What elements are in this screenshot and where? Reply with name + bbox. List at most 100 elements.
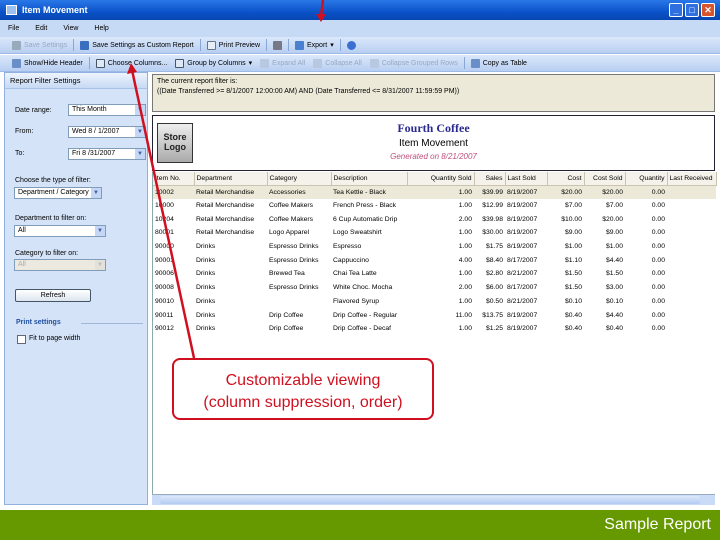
table-cell: Retail Merchandise [196,215,255,223]
table-cell: Espresso Drinks [269,243,319,251]
table-cell: 0.00 [651,256,665,264]
group-by-columns-button[interactable]: Group by Columns ▾ [171,58,256,68]
table-cell: 90008 [155,284,174,292]
title-bar: Item Movement _ □ ✕ [0,0,720,20]
choose-columns-button[interactable]: Choose Columns... [92,58,172,68]
column-header[interactable]: Sales [474,172,506,186]
help-button[interactable] [343,40,360,50]
table-cell: $4.40 [605,256,623,264]
table-cell: 8/19/2007 [507,215,538,223]
table-cell: 80001 [155,229,174,237]
table-row[interactable]: 90006 Drinks Brewed Tea Chai Tea Latte 1.00 $… [153,267,716,281]
print-preview-label: Print Preview [218,41,260,49]
save-settings-button[interactable]: Save Settings [8,40,71,50]
table-cell: Espresso [333,243,362,251]
table-cell: Logo Sweatshirt [333,229,382,237]
table-cell: Drip Coffee - Regular [333,311,398,319]
refresh-button[interactable]: Refresh [15,289,91,302]
column-header[interactable]: Item No. [153,172,195,186]
table-row[interactable]: 90001 Drinks Espresso Drinks Cappuccino 4.00… [153,253,716,267]
callout-line-2: (column suppression, order) [203,394,403,411]
save-custom-report-button[interactable]: Save Settings as Custom Report [76,40,198,50]
table-row[interactable]: 10000 Retail Merchandise Coffee Makers Fren… [153,199,716,213]
table-cell [667,322,716,336]
horizontal-scrollbar[interactable] [152,494,715,505]
menu-view[interactable]: View [63,25,78,32]
table-cell: Drip Coffee [269,325,304,333]
table-cell: 4.00 [458,256,472,264]
print-button[interactable] [269,40,286,50]
print-preview-button[interactable]: Print Preview [203,40,264,50]
menu-edit[interactable]: Edit [35,25,47,32]
table-row[interactable]: 90000 Drinks Espresso Drinks Espresso 1.00 $1… [153,240,716,254]
column-header[interactable]: Department [194,172,268,186]
table-row[interactable]: 90010 Drinks Flavored Syrup 1.00 $0.50 8/21/2… [153,295,716,309]
fit-to-page-label: Fit to page width [29,335,81,342]
column-header[interactable]: Category [267,172,332,186]
scrollbar-thumb[interactable] [160,496,700,504]
chevron-down-icon: ▼ [135,127,145,137]
table-cell: Logo Apparel [269,229,310,237]
maximize-button[interactable]: □ [685,3,699,17]
company-name: Fourth Coffee [397,121,470,135]
column-header[interactable]: Cost [547,172,585,186]
table-cell: 90012 [155,325,174,333]
divider [88,57,90,69]
expand-all-label: Expand All [272,59,306,67]
toolbar-view: Show/Hide Header Choose Columns... Group… [0,55,720,72]
category-label: Category to filter on: [15,250,79,257]
menu-file[interactable]: File [8,25,19,32]
annotation-callout: Customizable viewing (column suppression… [172,358,434,420]
table-cell [667,240,716,254]
date-range-select[interactable]: This Month ▼ [68,104,146,116]
table-cell: $9.00 [564,229,582,237]
menu-bar: File Edit View Help [0,20,720,37]
table-cell: $20.00 [602,215,623,223]
divider [339,39,341,51]
fit-to-page-checkbox[interactable] [17,335,26,344]
choose-columns-label: Choose Columns... [107,59,168,67]
divider [288,39,289,51]
collapse-icon [369,58,379,68]
save-custom-label: Save Settings as Custom Report [92,41,194,49]
export-button[interactable]: Export ▾ [291,40,338,50]
filter-type-select[interactable]: Department / Category ▼ [14,187,102,199]
column-header[interactable]: Description [331,172,408,186]
table-row[interactable]: 10204 Retail Merchandise Coffee Makers 6 Cu… [153,212,716,226]
category-select[interactable]: All ▼ [14,259,106,271]
table-cell [667,185,716,199]
table-row[interactable]: 90011 Drinks Drip Coffee Drip Coffee - Regu… [153,308,716,322]
show-hide-header-button[interactable]: Show/Hide Header [8,58,87,68]
divider [73,39,75,51]
column-header[interactable]: Last Sold [505,172,548,186]
to-date-picker[interactable]: Fri 8 /31/2007 ▼ [68,148,146,160]
column-header[interactable]: Cost Sold [584,172,626,186]
table-cell [667,253,716,267]
table-cell: Drinks [196,297,216,305]
table-row[interactable]: 90008 Drinks Espresso Drinks White Choc. Mo… [153,281,716,295]
column-header[interactable]: Quantity [625,172,668,186]
close-button[interactable]: ✕ [701,3,715,17]
filter-panel-title: Report Filter Settings [5,73,147,89]
table-cell: White Choc. Mocha [333,284,393,292]
expand-all-button[interactable]: Expand All [256,58,309,68]
chevron-down-icon: ▼ [135,105,145,115]
table-cell: Espresso Drinks [269,284,319,292]
table-row[interactable]: 90012 Drinks Drip Coffee Drip Coffee - Deca… [153,322,716,336]
table-cell: 90000 [155,243,174,251]
table-row[interactable]: 80001 Retail Merchandise Logo Apparel Logo … [153,226,716,240]
table-cell: 0.00 [651,325,665,333]
column-header[interactable]: Quantity Sold [407,172,475,186]
table-cell: 1.00 [458,297,472,305]
collapse-all-button[interactable]: Collapse All [309,58,366,68]
collapse-grouped-button[interactable]: Collapse Grouped Rows [366,58,462,68]
menu-help[interactable]: Help [94,25,108,32]
copy-as-table-button[interactable]: Copy as Table [467,58,531,68]
column-header[interactable]: Last Received [667,172,717,186]
from-date-picker[interactable]: Wed 8 / 1/2007 ▼ [68,126,146,138]
table-row[interactable]: 10002 Retail Merchandise Accessories Tea Ke… [153,185,716,199]
table-cell: Drinks [196,256,216,264]
collapse-grouped-label: Collapse Grouped Rows [381,59,458,67]
department-select[interactable]: All ▼ [14,225,106,237]
minimize-button[interactable]: _ [669,3,683,17]
